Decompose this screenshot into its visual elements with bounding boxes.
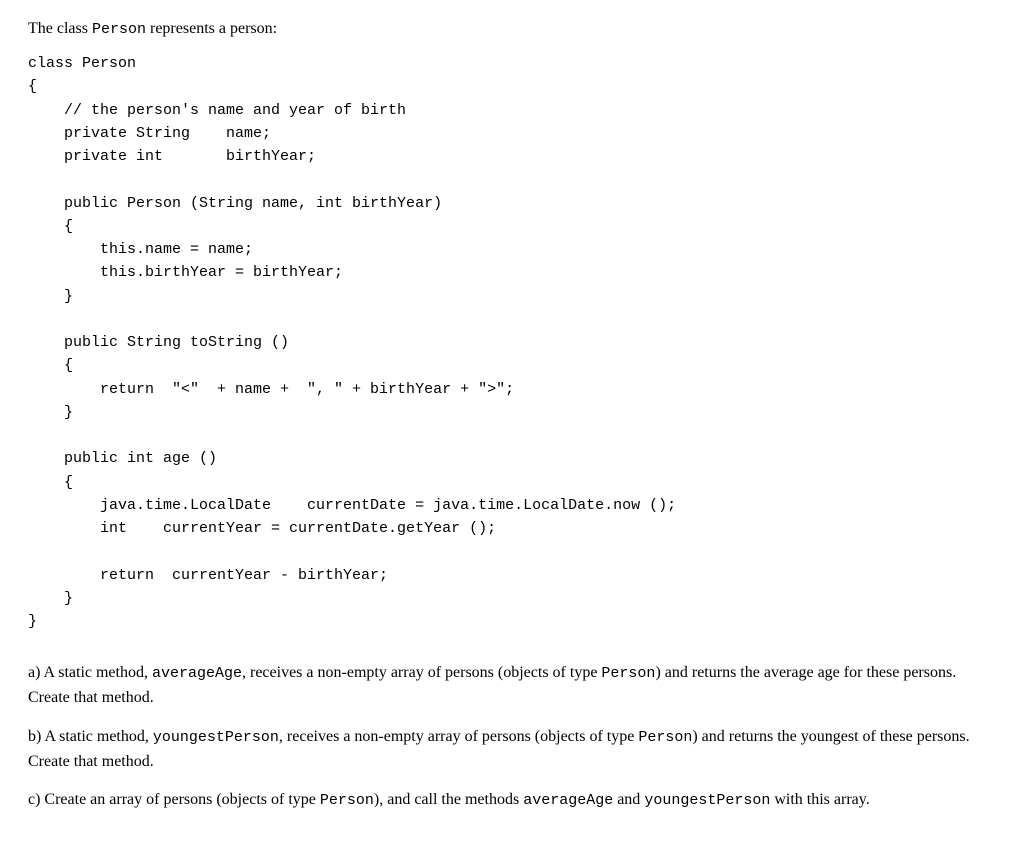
qc-t2: ), and call the methods <box>374 791 523 808</box>
qc-t1: c) Create an array of persons (objects o… <box>28 791 320 808</box>
qb-m1: youngestPerson <box>153 729 279 746</box>
qc-t3: and <box>613 791 644 808</box>
intro-classname: Person <box>92 21 146 38</box>
question-b: b) A static method, youngestPerson, rece… <box>28 725 996 775</box>
questions-section: a) A static method, averageAge, receives… <box>28 661 996 813</box>
qa-m1: averageAge <box>152 665 242 682</box>
question-a: a) A static method, averageAge, receives… <box>28 661 996 711</box>
qc-m3: youngestPerson <box>644 792 770 809</box>
qb-t1: b) A static method, <box>28 728 153 745</box>
intro-suffix: represents a person: <box>146 20 277 37</box>
intro-prefix: The class <box>28 20 92 37</box>
qc-t4: with this array. <box>770 791 869 808</box>
question-c: c) Create an array of persons (objects o… <box>28 788 996 813</box>
qa-m2: Person <box>601 665 655 682</box>
qb-t2: , receives a non-empty array of persons … <box>279 728 638 745</box>
qc-m2: averageAge <box>523 792 613 809</box>
intro-paragraph: The class Person represents a person: <box>28 20 996 38</box>
qa-t1: a) A static method, <box>28 664 152 681</box>
qb-m2: Person <box>638 729 692 746</box>
qc-m1: Person <box>320 792 374 809</box>
code-block: class Person { // the person's name and … <box>28 52 996 633</box>
qa-t2: , receives a non-empty array of persons … <box>242 664 601 681</box>
